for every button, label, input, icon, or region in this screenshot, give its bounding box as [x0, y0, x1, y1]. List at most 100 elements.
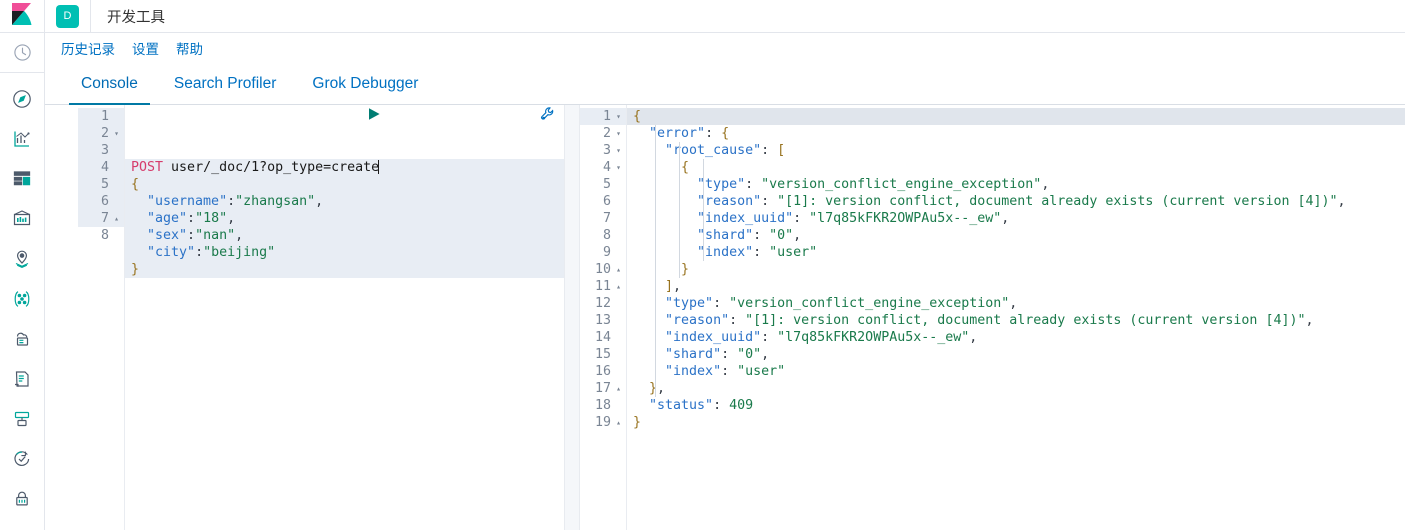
gutter-line[interactable]: 2 ▾: [580, 125, 626, 142]
response-gutter[interactable]: 1▾2▾3▾4▾5▾6▾7▾8▾9▾10▴11▴12▾13▾14▾15▾16▾1…: [580, 105, 626, 530]
code-line[interactable]: POST user/_doc/1?op_type=create: [125, 159, 564, 176]
gutter-line[interactable]: 9▾: [580, 244, 626, 261]
gutter-line[interactable]: 17 ▴: [580, 380, 626, 397]
fold-open-icon[interactable]: ▾: [614, 142, 623, 159]
code-line[interactable]: [125, 278, 564, 295]
fold-open-icon[interactable]: ▾: [614, 159, 623, 176]
sidebar-item-visualize[interactable]: [0, 119, 45, 159]
tab-search-profiler[interactable]: Search Profiler: [156, 75, 295, 104]
code-line[interactable]: "reason": "[1]: version conflict, docume…: [627, 312, 1405, 329]
fold-close-icon[interactable]: ▴: [614, 414, 623, 431]
gutter-line[interactable]: 4▾: [78, 159, 124, 176]
tab-console[interactable]: Console: [63, 75, 156, 105]
code-line[interactable]: "index": "user": [627, 363, 1405, 380]
code-line[interactable]: "root_cause": [: [627, 142, 1405, 159]
fold-open-icon[interactable]: ▾: [614, 125, 623, 142]
code-line[interactable]: "type": "version_conflict_engine_excepti…: [627, 176, 1405, 193]
code-line[interactable]: }: [627, 261, 1405, 278]
code-line[interactable]: "sex":"nan",: [125, 227, 564, 244]
gutter-line[interactable]: 15▾: [580, 346, 626, 363]
sidebar-item-logs[interactable]: [0, 359, 45, 399]
gutter-line[interactable]: 8▾: [580, 227, 626, 244]
code-line[interactable]: ],: [627, 278, 1405, 295]
gutter-line[interactable]: 16▾: [580, 363, 626, 380]
gutter-line[interactable]: 19 ▴: [580, 414, 626, 431]
menu-history[interactable]: 历史记录: [61, 38, 115, 58]
space-selector-button[interactable]: D: [45, 0, 91, 32]
gutter-line[interactable]: 12▾: [580, 295, 626, 312]
gutter-line[interactable]: 3▾: [580, 142, 626, 159]
response-editor[interactable]: 1▾2▾3▾4▾5▾6▾7▾8▾9▾10▴11▴12▾13▾14▾15▾16▾1…: [580, 105, 1405, 530]
code-line[interactable]: {: [125, 176, 564, 193]
sidebar-item-maps[interactable]: [0, 239, 45, 279]
menu-help[interactable]: 帮助: [176, 38, 203, 58]
gutter-line[interactable]: 6▾: [580, 193, 626, 210]
sidebar-item-discover[interactable]: [0, 79, 45, 119]
fold-close-icon[interactable]: ▴: [112, 210, 121, 227]
kibana-home-button[interactable]: [0, 0, 45, 32]
code-line[interactable]: "city":"beijing": [125, 244, 564, 261]
gutter-line[interactable]: 3▾: [78, 142, 124, 159]
code-line[interactable]: {: [627, 159, 1405, 176]
fold-close-icon[interactable]: ▴: [614, 380, 623, 397]
sidebar-item-canvas[interactable]: [0, 199, 45, 239]
gutter-line[interactable]: 18▾: [580, 397, 626, 414]
token-punc: :: [761, 330, 778, 345]
code-line[interactable]: {: [627, 108, 1405, 125]
gutter-line[interactable]: 6▾: [78, 193, 124, 210]
sidebar-item-recently-viewed[interactable]: [0, 33, 45, 73]
tab-grok-debugger[interactable]: Grok Debugger: [294, 75, 436, 104]
token-str: "0": [737, 347, 762, 362]
sidebar-item-machine-learning[interactable]: [0, 279, 45, 319]
request-options-wrench-icon[interactable]: [396, 105, 556, 144]
code-line[interactable]: "index": "user": [627, 244, 1405, 261]
code-line[interactable]: "type": "version_conflict_engine_excepti…: [627, 295, 1405, 312]
code-line[interactable]: }: [627, 414, 1405, 431]
request-gutter[interactable]: 1▾2▾3▾4▾5▾6▾7▴8▾: [78, 105, 124, 530]
token-punc: ,: [793, 228, 802, 243]
fold-close-icon[interactable]: ▴: [614, 261, 623, 278]
request-editor[interactable]: 1▾2▾3▾4▾5▾6▾7▴8▾: [78, 105, 564, 530]
code-line[interactable]: "status": 409: [627, 397, 1405, 414]
fold-close-icon[interactable]: ▴: [614, 278, 623, 295]
sidebar-item-dashboard[interactable]: [0, 159, 45, 199]
gutter-line[interactable]: 5▾: [78, 176, 124, 193]
gutter-line[interactable]: 13▾: [580, 312, 626, 329]
gutter-line[interactable]: 10 ▴: [580, 261, 626, 278]
code-line[interactable]: "username":"zhangsan",: [125, 193, 564, 210]
gutter-line[interactable]: 7 ▴: [78, 210, 124, 227]
gutter-line[interactable]: 5▾: [580, 176, 626, 193]
ml-nodes-icon: [12, 289, 32, 309]
fold-open-icon[interactable]: ▾: [112, 125, 121, 142]
gutter-line[interactable]: 1▾: [580, 108, 626, 125]
sidebar-item-uptime[interactable]: [0, 439, 45, 479]
code-line[interactable]: "index_uuid": "l7q85kFKR2OWPAu5x--_ew",: [627, 210, 1405, 227]
code-line[interactable]: "shard": "0",: [627, 227, 1405, 244]
sidebar-item-siem[interactable]: [0, 479, 45, 519]
code-line[interactable]: "age":"18",: [125, 210, 564, 227]
gutter-line[interactable]: 2 ▾: [78, 125, 124, 142]
token-str: "version_conflict_engine_exception": [729, 296, 1010, 311]
gutter-line[interactable]: 8▾: [78, 227, 124, 244]
code-line[interactable]: "reason": "[1]: version conflict, docume…: [627, 193, 1405, 210]
gutter-line[interactable]: 1▾: [78, 108, 124, 125]
pane-splitter[interactable]: [564, 105, 580, 530]
sidebar-item-infrastructure[interactable]: [0, 319, 45, 359]
code-line[interactable]: },: [627, 380, 1405, 397]
menu-settings[interactable]: 设置: [132, 38, 159, 58]
code-line[interactable]: }: [125, 261, 564, 278]
gutter-line[interactable]: 11 ▴: [580, 278, 626, 295]
line-number: 13: [594, 313, 611, 328]
code-line[interactable]: "error": {: [627, 125, 1405, 142]
gutter-line[interactable]: 7▾: [580, 210, 626, 227]
request-code-area[interactable]: POST user/_doc/1?op_type=create{ "userna…: [124, 105, 564, 530]
sidebar-item-apm[interactable]: [0, 399, 45, 439]
gutter-line[interactable]: 14▾: [580, 329, 626, 346]
code-line[interactable]: "shard": "0",: [627, 346, 1405, 363]
gutter-line[interactable]: 4▾: [580, 159, 626, 176]
fold-open-icon[interactable]: ▾: [614, 108, 623, 125]
code-line[interactable]: "index_uuid": "l7q85kFKR2OWPAu5x--_ew",: [627, 329, 1405, 346]
response-code-area[interactable]: { "error": { "root_cause": [ { "type": "…: [626, 105, 1405, 530]
send-request-play-icon[interactable]: [222, 105, 382, 144]
request-actions: [222, 107, 564, 125]
